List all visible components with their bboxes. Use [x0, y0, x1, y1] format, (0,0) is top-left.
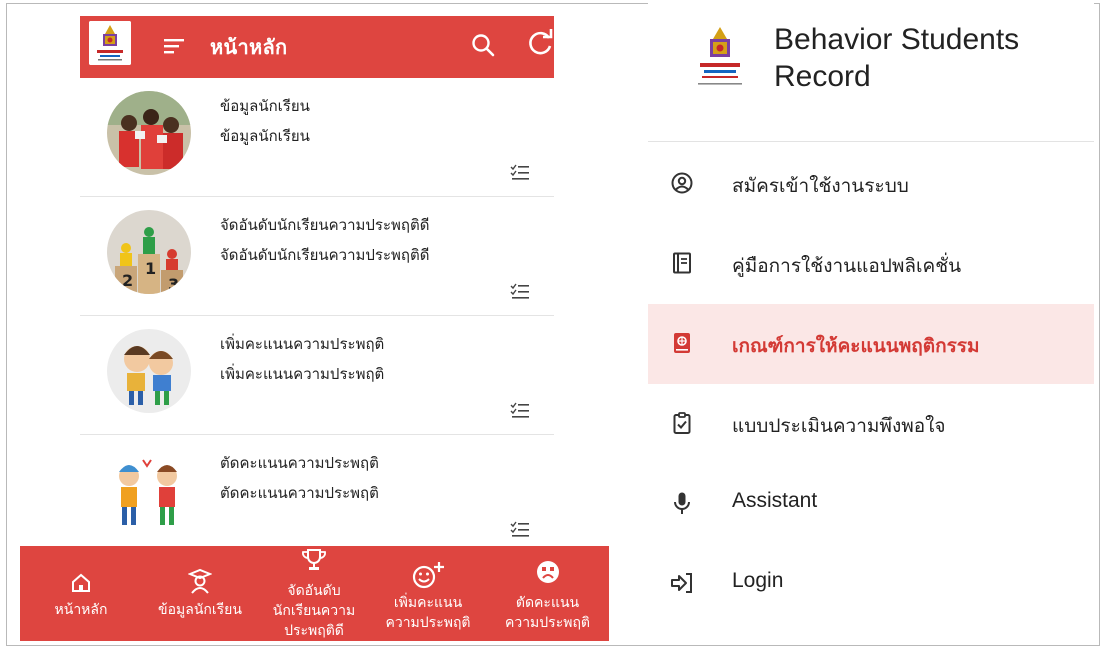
account-circle-icon: [671, 172, 693, 194]
bottom-navigation: หน้าหลัก ข้อมูลนักเรียน จัดอันดับ นักเรี…: [20, 546, 609, 641]
navigation-drawer: Behavior Students Record สมัครเข้าใช้งาน…: [648, 3, 1094, 644]
tab-student-info[interactable]: ข้อมูลนักเรียน: [142, 546, 258, 641]
drawer-item-label: เกณฑ์การให้คะแนนพฤติกรรม: [732, 335, 980, 357]
menu-icon[interactable]: [164, 36, 186, 56]
tab-label: ประพฤติดี: [284, 623, 344, 639]
tab-home[interactable]: หน้าหลัก: [20, 546, 142, 641]
list-item-deduct-score[interactable]: ตัดคะแนนความประพฤติ ตัดคะแนนความประพฤติ: [80, 435, 554, 546]
drawer-item-label: Login: [732, 569, 784, 592]
happy-kids-cartoon: [107, 329, 191, 413]
list-item-title: จัดอันดับนักเรียนความประพฤติดี: [220, 216, 430, 234]
login-icon: [671, 573, 692, 593]
podium-ranking-image: 2 1 3: [107, 210, 191, 294]
app-brand-title: Behavior Students Record: [774, 21, 1084, 95]
drawer-item-scoring-criteria[interactable]: เกณฑ์การให้คะแนนพฤติกรรม: [648, 304, 1094, 384]
tab-deduct-score[interactable]: ตัดคะแนน ความประพฤติ: [486, 546, 609, 641]
checklist-icon[interactable]: [510, 164, 530, 182]
drawer-item-register[interactable]: สมัครเข้าใช้งานระบบ: [648, 144, 1094, 224]
trophy-icon: [302, 549, 326, 570]
list-item-title: เพิ่มคะแนนความประพฤติ: [220, 335, 385, 353]
drawer-item-label: สมัครเข้าใช้งานระบบ: [732, 175, 909, 197]
page-title: หน้าหลัก: [210, 35, 288, 59]
tab-label: ความประพฤติ: [385, 615, 471, 631]
list-item-subtitle: ตัดคะแนนความประพฤติ: [220, 484, 379, 502]
school-logo: [89, 21, 131, 65]
sad-face-icon: [536, 561, 559, 583]
tab-ranking[interactable]: จัดอันดับ นักเรียนความ ประพฤติดี: [258, 546, 370, 641]
divider: [648, 141, 1094, 142]
tab-label: เพิ่มคะแนน: [393, 595, 463, 611]
drawer-item-label: คู่มือการใช้งานแอปพลิเคชั่น: [732, 255, 962, 277]
list-item-add-score[interactable]: เพิ่มคะแนนความประพฤติ เพิ่มคะแนนความประพ…: [80, 316, 554, 435]
drawer-item-satisfaction-survey[interactable]: แบบประเมินความพึงพอใจ: [648, 384, 1094, 464]
drawer-item-manual[interactable]: คู่มือการใช้งานแอปพลิเคชั่น: [648, 224, 1094, 304]
app-header: หน้าหลัก: [80, 16, 554, 78]
search-icon[interactable]: [470, 32, 496, 58]
manual-icon: [673, 252, 691, 274]
list-item-ranking[interactable]: 2 1 3 จัดอันดับนักเรียนความประพฤติดี จัด…: [80, 197, 554, 316]
tab-label: หน้าหลัก: [54, 602, 108, 618]
svg-text:2: 2: [122, 271, 133, 290]
list-item-title: ข้อมูลนักเรียน: [220, 97, 310, 115]
checklist-icon[interactable]: [510, 283, 530, 301]
tab-label: ตัดคะแนน: [515, 595, 580, 611]
smile-plus-icon: [412, 562, 444, 589]
graduate-icon: [188, 568, 212, 594]
tab-label: จัดอันดับ: [287, 583, 341, 599]
clipboard-check-icon: [673, 412, 691, 434]
microphone-icon: [674, 492, 690, 514]
book-icon: [674, 333, 690, 353]
brand-title-line: Behavior Students: [774, 23, 1020, 56]
list-item-title: ตัดคะแนนความประพฤติ: [220, 454, 379, 472]
svg-text:3: 3: [168, 275, 179, 294]
list-item-subtitle: เพิ่มคะแนนความประพฤติ: [220, 365, 385, 383]
svg-text:1: 1: [145, 259, 156, 278]
refresh-icon[interactable]: [525, 28, 555, 58]
list-item-student-info[interactable]: ข้อมูลนักเรียน ข้อมูลนักเรียน: [80, 78, 554, 197]
tab-add-score[interactable]: เพิ่มคะแนน ความประพฤติ: [370, 546, 486, 641]
drawer-item-label: แบบประเมินความพึงพอใจ: [732, 415, 946, 437]
home-screen: หน้าหลัก ข้อมูลนักเรียน ข้อมูลนักเรียน 2…: [80, 16, 554, 546]
students-photo: [107, 91, 191, 175]
home-icon: [72, 573, 90, 592]
list-item-subtitle: จัดอันดับนักเรียนความประพฤติดี: [220, 246, 430, 264]
tab-label: นักเรียนความ: [272, 603, 356, 619]
school-logo: [692, 23, 748, 98]
quarrel-kids-cartoon: [107, 448, 191, 532]
checklist-icon[interactable]: [510, 521, 530, 539]
checklist-icon[interactable]: [510, 402, 530, 420]
list-item-subtitle: ข้อมูลนักเรียน: [220, 127, 310, 145]
brand-title-line: Record: [774, 60, 871, 93]
drawer-item-label: Assistant: [732, 489, 818, 512]
tab-label: ความประพฤติ: [504, 615, 591, 631]
tab-label: ข้อมูลนักเรียน: [158, 602, 242, 618]
drawer-item-assistant[interactable]: Assistant: [648, 464, 1094, 544]
drawer-item-login[interactable]: Login: [648, 544, 1094, 624]
